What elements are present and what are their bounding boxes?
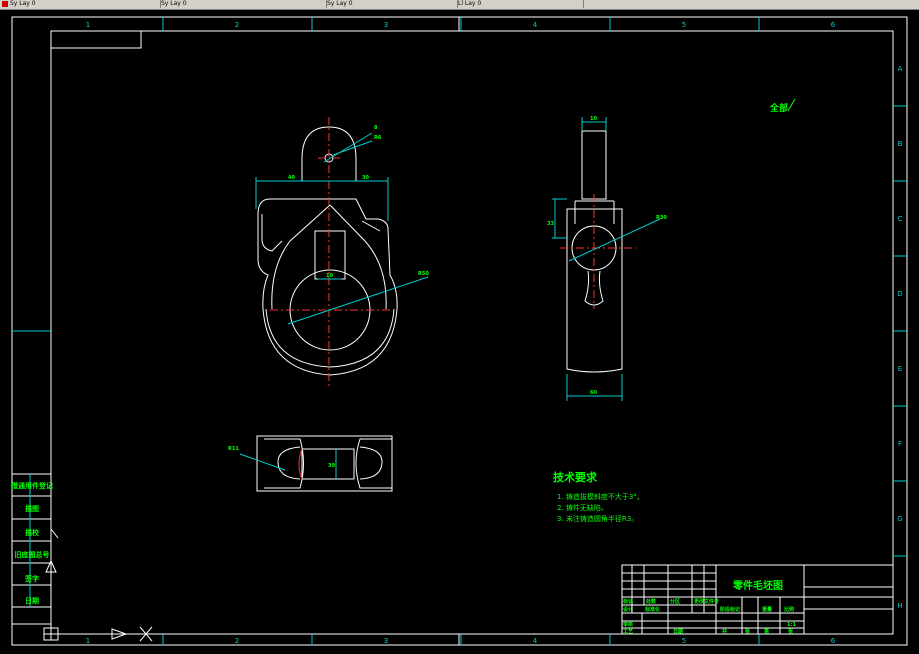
side-dim-33: 33	[547, 221, 554, 227]
strip-label: 签字	[24, 574, 39, 583]
front-dim-pin2: R6	[374, 135, 382, 141]
column-label: 6	[831, 637, 836, 645]
bottom-dim-30: 30	[328, 463, 335, 469]
row-label: A	[898, 65, 903, 73]
title-block[interactable]: 零件毛坯图 标记 处数 分区 更改文件号 设计 标准化 审核 工艺 日期 阶段标…	[621, 564, 894, 635]
tab-layout-3[interactable]: Sy Lay 0	[327, 0, 458, 8]
tb-label: 共	[722, 628, 727, 635]
tb-label: 更改文件号	[694, 598, 719, 605]
front-dim-r50: R50	[418, 271, 429, 277]
strip-label: 描图	[25, 504, 39, 513]
ucs-icon	[43, 528, 153, 642]
front-dim-40: 40	[288, 175, 295, 181]
column-label: 3	[384, 637, 388, 645]
tb-label: 审核	[623, 621, 633, 628]
part-name: 零件毛坯图	[732, 579, 783, 592]
front-view[interactable]: 40 30 10 R50 8 R6	[255, 117, 429, 387]
row-label: H	[897, 602, 902, 610]
allround-tick	[787, 98, 796, 112]
left-side-strip: 借通用件登记 描图 描校 旧底图总号 签字 日期	[10, 473, 53, 625]
column-label: 1	[86, 21, 90, 29]
side-dim-10: 10	[590, 116, 597, 122]
strip-label: 日期	[25, 596, 39, 605]
strip-label: 借通用件登记	[10, 481, 53, 490]
row-label: D	[897, 290, 902, 298]
tb-scale: 1:1	[787, 622, 796, 628]
drawing-file-icon	[2, 1, 8, 7]
strip-label: 描校	[25, 528, 40, 537]
tb-label: 处数	[645, 598, 657, 605]
tech-item-1: 1. 铸造拔模斜度不大于3°。	[557, 492, 644, 501]
tab-layout-2[interactable]: Sy Lay 0	[161, 0, 327, 8]
tab-layout-4[interactable]: Ll Lay 0	[458, 0, 584, 8]
row-label: C	[898, 215, 903, 223]
strip-label: 旧底图总号	[15, 550, 50, 559]
column-label: 2	[235, 21, 239, 29]
column-label: 1	[86, 637, 90, 645]
tab-layout-1[interactable]: Sy Lay 0	[0, 0, 161, 8]
row-label: B	[898, 140, 903, 148]
tech-item-2: 2. 铸件无缺陷。	[557, 503, 608, 512]
cad-drawing-canvas[interactable]: 1 2 3 4 5 6 1 2 3 4 5 6 A B C D E F G H	[0, 9, 919, 654]
tb-label: 日期	[673, 628, 683, 635]
column-label: 3	[384, 21, 388, 29]
bottom-view[interactable]: R11 30	[228, 435, 393, 492]
tb-label: 工艺	[623, 628, 633, 635]
tb-label: 重量	[762, 606, 772, 613]
tb-label: 分区	[670, 598, 680, 605]
column-label: 5	[682, 637, 686, 645]
side-dim-60: 60	[590, 390, 597, 396]
tech-item-3: 3. 未注铸造圆角半径R3。	[557, 514, 638, 523]
tech-title: 技术要求	[553, 470, 598, 484]
side-view[interactable]: 10 33 R30 60	[547, 116, 667, 401]
tb-label: 标准化	[644, 606, 660, 613]
column-label: 6	[831, 21, 836, 29]
zone-labels: 1 2 3 4 5 6 1 2 3 4 5 6 A B C D E F G H	[86, 21, 903, 645]
column-label: 2	[235, 637, 239, 645]
front-dim-slot: 10	[326, 273, 333, 279]
bottom-dim-r11: R11	[228, 446, 239, 452]
tb-label: 设计	[623, 606, 633, 613]
column-label: 4	[533, 637, 538, 645]
allround-note: 全部	[769, 102, 788, 114]
row-label: G	[897, 515, 902, 523]
front-dim-pin: 8	[374, 125, 378, 131]
column-label: 4	[533, 21, 538, 29]
front-dim-30: 30	[362, 175, 369, 181]
row-label: F	[898, 440, 902, 448]
tb-label: 第	[764, 628, 769, 635]
column-label: 5	[682, 21, 686, 29]
tb-label: 比例	[784, 606, 794, 613]
side-dim-r30: R30	[656, 215, 667, 221]
tb-label: 标记	[622, 598, 633, 605]
technical-requirements: 技术要求 1. 铸造拔模斜度不大于3°。 2. 铸件无缺陷。 3. 未注铸造圆角…	[553, 470, 644, 523]
tb-label: 阶段标记	[720, 606, 740, 613]
row-label: E	[898, 365, 902, 373]
